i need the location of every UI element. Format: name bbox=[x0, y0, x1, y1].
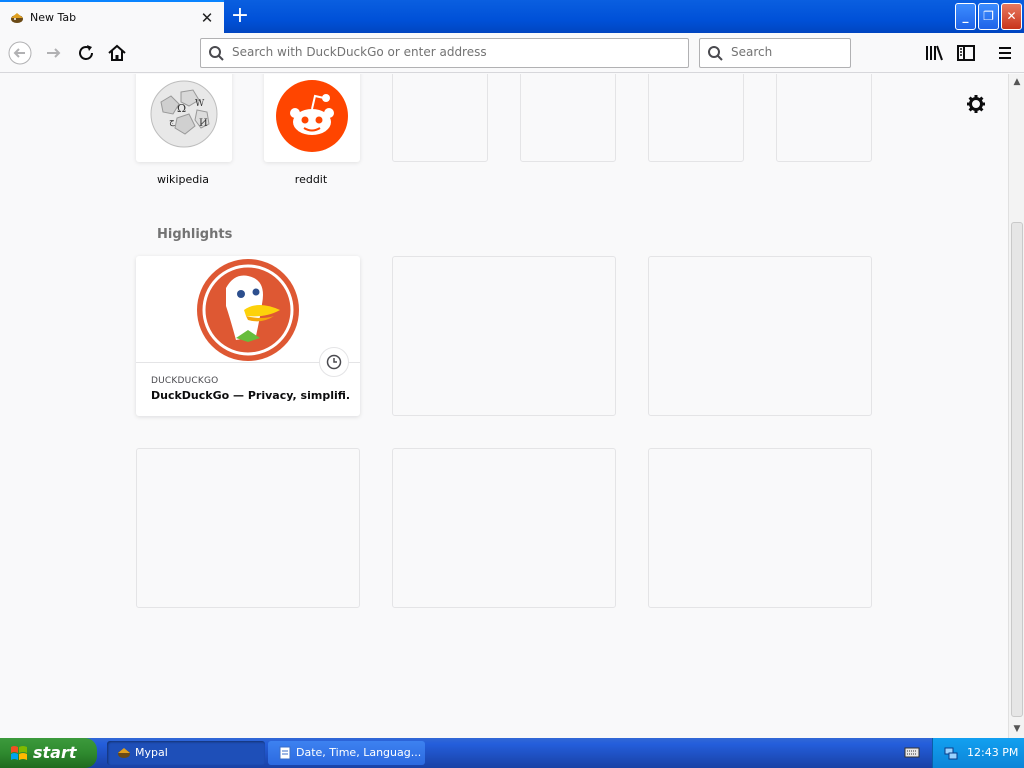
card-title: DuckDuckGo — Privacy, simplifi... bbox=[151, 389, 351, 402]
taskbar-item-label: Date, Time, Languag... bbox=[296, 746, 422, 759]
system-tray: 12:43 PM bbox=[932, 738, 1024, 768]
taskbar-item-mypal[interactable]: Mypal bbox=[107, 741, 265, 765]
top-site-reddit[interactable] bbox=[264, 74, 360, 162]
library-icon[interactable] bbox=[922, 41, 946, 65]
svg-text:И: И bbox=[199, 118, 208, 129]
top-site-wikipedia[interactable]: Ω W И ج bbox=[136, 74, 232, 162]
mypal-icon bbox=[118, 748, 130, 758]
scroll-up-icon[interactable]: ▲ bbox=[1009, 74, 1024, 91]
clock-icon bbox=[319, 347, 349, 377]
card-source: DUCKDUCKGO bbox=[151, 376, 219, 386]
new-tab-button[interactable]: + bbox=[227, 4, 253, 30]
card-thumbnail bbox=[136, 256, 360, 363]
minimize-button[interactable]: _ bbox=[955, 3, 976, 30]
gear-icon[interactable] bbox=[966, 94, 986, 114]
tab-title: New Tab bbox=[30, 11, 77, 24]
search-icon bbox=[708, 46, 723, 61]
search-input[interactable] bbox=[731, 45, 841, 59]
top-site-empty[interactable] bbox=[648, 74, 744, 162]
svg-text:W: W bbox=[195, 99, 205, 109]
close-window-button[interactable]: ✕ bbox=[1001, 3, 1022, 30]
highlight-card-empty bbox=[648, 448, 872, 608]
reload-icon[interactable] bbox=[74, 41, 98, 65]
duckduckgo-icon bbox=[197, 259, 299, 361]
scroll-thumb[interactable] bbox=[1011, 222, 1023, 717]
highlight-card-empty bbox=[392, 256, 616, 416]
highlight-card-empty bbox=[136, 448, 360, 608]
url-input[interactable] bbox=[232, 45, 672, 59]
taskbar-item-label: Mypal bbox=[135, 746, 168, 759]
tab-new-tab[interactable]: New Tab ✕ bbox=[0, 0, 224, 33]
sidebar-icon[interactable] bbox=[954, 41, 978, 65]
taskbar-item-date-time[interactable]: Date, Time, Languag... bbox=[268, 741, 425, 765]
top-site-label: wikipedia bbox=[156, 173, 209, 186]
highlight-card-empty bbox=[648, 256, 872, 416]
top-site-empty[interactable] bbox=[776, 74, 872, 162]
keyboard-icon[interactable] bbox=[904, 745, 920, 759]
start-label: start bbox=[33, 743, 77, 762]
reddit-icon bbox=[276, 80, 348, 152]
network-icon[interactable] bbox=[943, 745, 959, 761]
search-icon bbox=[209, 46, 224, 61]
nav-bar bbox=[0, 33, 1024, 73]
menu-icon[interactable] bbox=[993, 41, 1017, 65]
highlight-card-empty bbox=[392, 448, 616, 608]
top-site-label: reddit bbox=[294, 173, 328, 186]
maximize-button[interactable]: ❐ bbox=[978, 3, 999, 30]
start-button[interactable]: start bbox=[0, 738, 97, 768]
top-site-empty[interactable] bbox=[392, 74, 488, 162]
search-bar[interactable] bbox=[699, 38, 851, 68]
svg-text:Ω: Ω bbox=[177, 102, 186, 115]
forward-icon[interactable] bbox=[42, 41, 66, 65]
vertical-scrollbar[interactable]: ▲ ▼ bbox=[1008, 74, 1024, 738]
windows-logo-icon bbox=[11, 746, 27, 760]
highlights-title: Highlights bbox=[157, 227, 233, 242]
clock: 12:43 PM bbox=[967, 746, 1019, 759]
highlight-card-duckduckgo[interactable]: DUCKDUCKGO DuckDuckGo — Privacy, simplif… bbox=[136, 256, 360, 416]
svg-text:ج: ج bbox=[169, 117, 175, 127]
taskbar: start Mypal Date, Time, Languag... 12:43… bbox=[0, 738, 1024, 768]
control-panel-icon bbox=[279, 746, 291, 760]
back-icon[interactable] bbox=[8, 41, 32, 65]
tab-close-icon[interactable]: ✕ bbox=[198, 9, 216, 27]
wikipedia-icon: Ω W И ج bbox=[150, 80, 218, 148]
newtab-page: Ω W И ج wikipedia reddit Highlights DUCK… bbox=[0, 74, 1008, 738]
url-bar[interactable] bbox=[200, 38, 689, 68]
tab-bar: New Tab ✕ + _ ❐ ✕ bbox=[0, 0, 1024, 33]
mypal-favicon-icon bbox=[11, 13, 23, 23]
home-icon[interactable] bbox=[105, 41, 129, 65]
top-site-empty[interactable] bbox=[520, 74, 616, 162]
scroll-down-icon[interactable]: ▼ bbox=[1009, 721, 1024, 738]
